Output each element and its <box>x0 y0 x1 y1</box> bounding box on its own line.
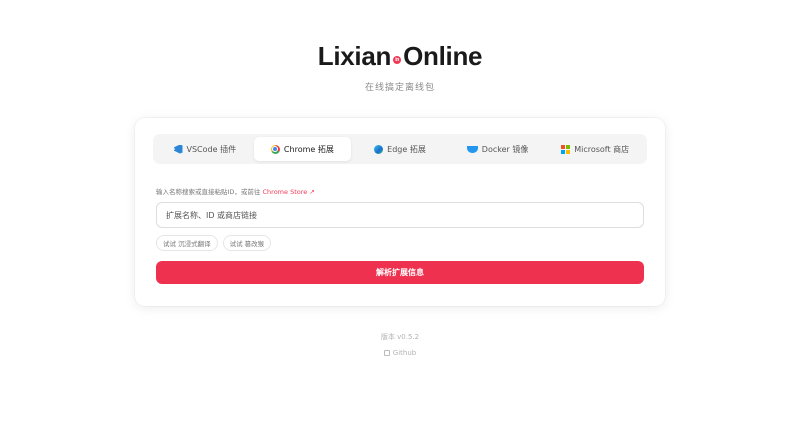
hint-text: 输入名称搜索或直接粘贴ID，或前往 <box>156 188 261 196</box>
input-hint: 输入名称搜索或直接粘贴ID，或前往 Chrome Store ↗ <box>156 186 315 196</box>
chrome-store-link[interactable]: Chrome Store ↗ <box>263 188 315 196</box>
github-link[interactable]: Github <box>0 349 800 357</box>
version-text: 版本 v0.5.2 <box>380 333 420 341</box>
external-link-icon: ↗ <box>309 188 315 196</box>
tab-label: Microsoft 商店 <box>574 144 630 154</box>
suggestion-chips: 试试 沉浸式翻译 试试 篡改猴 <box>156 235 272 251</box>
edge-icon <box>374 144 384 154</box>
tab-chrome[interactable]: Chrome 拓展 <box>253 137 352 161</box>
logo-text-left: Lixian <box>317 40 392 71</box>
site-subtitle: 在线搞定离线包 <box>364 83 435 93</box>
footer: 版本 v0.5.2 Github <box>0 332 800 364</box>
microsoft-icon <box>561 144 571 154</box>
logo-dot-badge: in <box>393 56 402 64</box>
github-icon <box>383 350 390 356</box>
vscode-icon <box>173 144 183 154</box>
suggestion-chip-tampermonkey[interactable]: 试试 篡改猴 <box>222 235 272 251</box>
tab-label: Docker 镜像 <box>481 144 529 154</box>
tab-vscode[interactable]: VSCode 插件 <box>156 137 254 161</box>
tab-label: VSCode 插件 <box>186 144 237 154</box>
source-tabs: VSCode 插件 Chrome 拓展 Edge 拓展 Docker 镜像 Mi… <box>153 134 647 164</box>
main-card: VSCode 插件 Chrome 拓展 Edge 拓展 Docker 镜像 Mi… <box>135 118 665 306</box>
tab-label: Chrome 拓展 <box>283 144 334 154</box>
tab-edge[interactable]: Edge 拓展 <box>351 137 449 161</box>
docker-icon <box>466 145 478 153</box>
chrome-store-link-label: Chrome Store <box>262 188 308 196</box>
header: Lixian in Online 在线搞定离线包 <box>0 40 800 94</box>
logo-text-right: Online <box>403 40 483 71</box>
tab-label: Edge 拓展 <box>387 144 426 154</box>
site-logo[interactable]: Lixian in Online <box>317 40 483 72</box>
parse-extension-button[interactable]: 解析扩展信息 <box>156 261 644 284</box>
suggestion-chip-immersive-translate[interactable]: 试试 沉浸式翻译 <box>156 235 218 251</box>
github-label: Github <box>392 349 417 357</box>
input-placeholder: 扩展名称、ID 或商店链接 <box>166 210 258 220</box>
extension-search-input[interactable]: 扩展名称、ID 或商店链接 <box>156 202 644 228</box>
chrome-icon <box>270 144 280 154</box>
tab-docker[interactable]: Docker 镜像 <box>449 137 547 161</box>
tab-microsoft[interactable]: Microsoft 商店 <box>546 137 644 161</box>
